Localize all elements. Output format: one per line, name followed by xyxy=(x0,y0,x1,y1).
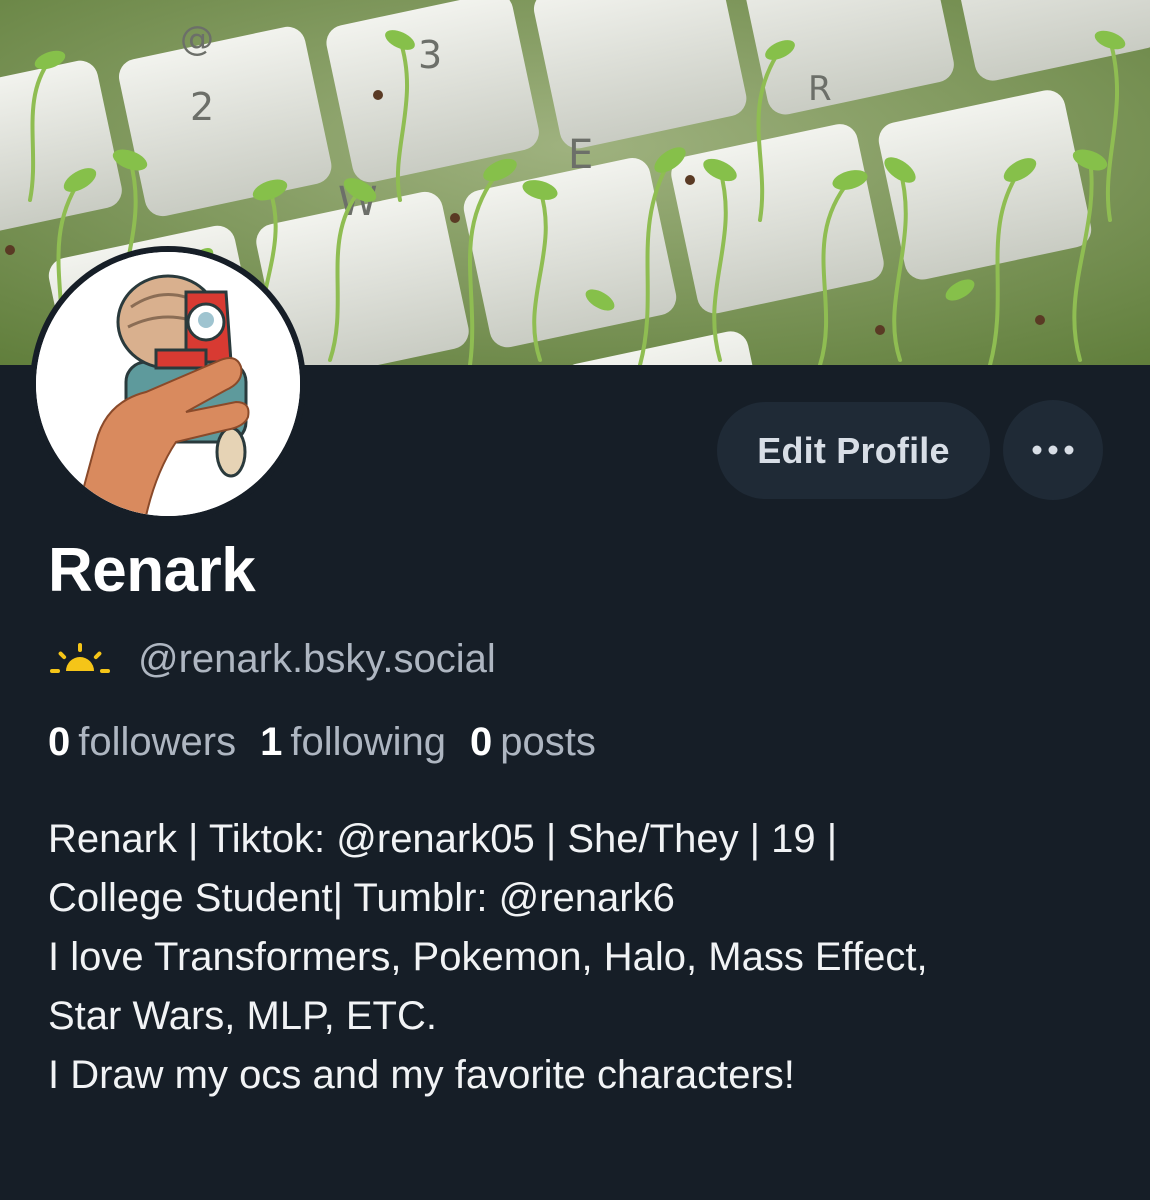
followers-label: followers xyxy=(78,720,237,764)
key-label-r: R xyxy=(808,69,832,109)
bio-line: Renark | Tiktok: @renark05 | She/They | … xyxy=(48,817,838,861)
posts-stat: 0 posts xyxy=(470,720,596,765)
followers-stat[interactable]: 0 followers xyxy=(48,720,236,765)
edit-profile-button[interactable]: Edit Profile xyxy=(717,402,990,499)
posts-count: 0 xyxy=(470,720,493,764)
display-name: Renark xyxy=(48,536,256,605)
bio-line: Star Wars, MLP, ETC. xyxy=(48,994,437,1038)
bio-line: I love Transformers, Pokemon, Halo, Mass… xyxy=(48,935,928,979)
profile-handle[interactable]: @renark.bsky.social xyxy=(138,637,496,682)
following-count: 1 xyxy=(260,720,283,764)
key-label-at: @ xyxy=(180,19,214,59)
key-label-2: 2 xyxy=(190,85,214,129)
sunrise-emoji-icon xyxy=(50,643,110,673)
avatar-image xyxy=(36,252,300,516)
followers-count: 0 xyxy=(48,720,71,764)
profile-bio: Renark | Tiktok: @renark05 | She/They | … xyxy=(48,810,1108,1105)
handle-row: @renark.bsky.social xyxy=(50,634,496,684)
avatar-character-illustration xyxy=(36,252,300,516)
avatar[interactable] xyxy=(30,246,306,522)
following-label: following xyxy=(290,720,446,764)
key-label-3: 3 xyxy=(418,33,442,77)
profile-stats: 0 followers 1 following 0 posts xyxy=(48,720,620,765)
bio-line: I Draw my ocs and my favorite characters… xyxy=(48,1053,795,1097)
key-label-e: E xyxy=(568,132,593,178)
ellipsis-icon xyxy=(1032,445,1074,455)
bio-line: College Student| Tumblr: @renark6 xyxy=(48,876,675,920)
posts-label: posts xyxy=(500,720,596,764)
more-options-button[interactable] xyxy=(1003,400,1103,500)
following-stat[interactable]: 1 following xyxy=(260,720,446,765)
